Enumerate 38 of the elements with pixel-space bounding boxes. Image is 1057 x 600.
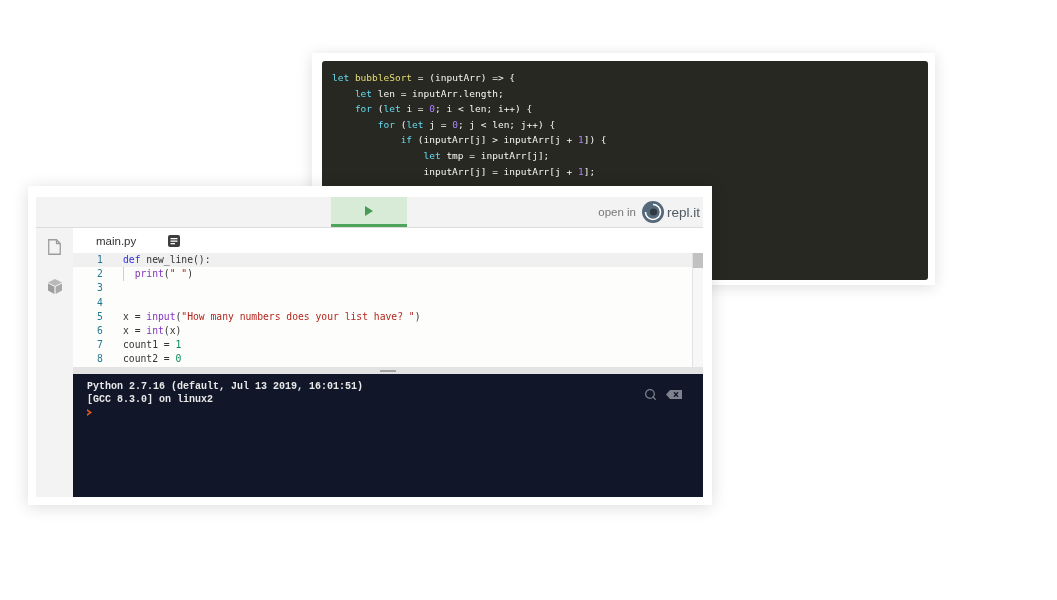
search-icon[interactable] bbox=[644, 387, 657, 401]
play-icon bbox=[365, 205, 373, 216]
scrollbar-thumb[interactable] bbox=[693, 253, 703, 268]
lines-icon[interactable] bbox=[168, 234, 181, 247]
code-line: if (inputArr[j] > inputArr[j + 1]) { bbox=[399, 133, 607, 148]
line-number: 2 bbox=[96, 267, 104, 282]
open-in-label: open in bbox=[598, 206, 636, 218]
code-line: def new_line(): bbox=[123, 253, 211, 268]
code-line: for (let j = 0; j < len; j++) { bbox=[376, 117, 556, 132]
line-number: 1 bbox=[96, 253, 104, 267]
code-line: print(" ") bbox=[134, 267, 193, 282]
code-line: for (let i = 0; i < len; i++) { bbox=[353, 102, 533, 117]
scrollbar[interactable] bbox=[692, 253, 703, 367]
code-line: let len = inputArr.length; bbox=[353, 86, 504, 101]
line-number: 7 bbox=[96, 338, 104, 353]
cube-icon[interactable] bbox=[47, 279, 62, 294]
prompt-chevron-icon bbox=[87, 409, 92, 416]
file-tab[interactable]: main.py bbox=[73, 234, 137, 247]
code-line: inputArr[j] = inputArr[j + 1]; bbox=[422, 164, 596, 179]
file-icon[interactable] bbox=[48, 239, 61, 255]
backspace-icon[interactable] bbox=[666, 389, 682, 399]
run-button[interactable] bbox=[331, 197, 407, 227]
console-line: Python 2.7.16 (default, Jul 13 2019, 16:01:51) bbox=[87, 381, 364, 394]
code-line: x = int(x) bbox=[123, 323, 182, 338]
line-number: 4 bbox=[96, 295, 104, 310]
code-line: count2 = 0 bbox=[123, 352, 182, 367]
line-number: 8 bbox=[96, 352, 104, 367]
line-number: 6 bbox=[96, 323, 104, 338]
code-line: x = input("How many numbers does your list have? ") bbox=[123, 309, 421, 324]
logo-icon bbox=[642, 201, 664, 223]
resize-handle[interactable] bbox=[73, 367, 703, 374]
console-line: [GCC 8.3.0] on linux2 bbox=[87, 393, 214, 406]
line-number: 5 bbox=[96, 309, 104, 324]
code-line: let tmp = inputArr[j]; bbox=[422, 148, 550, 163]
line-number: 3 bbox=[96, 281, 104, 296]
code-line: count1 = 1 bbox=[123, 338, 182, 353]
code-line: let bubbleSort = (inputArr) => { bbox=[332, 71, 516, 85]
logo-link[interactable]: repl.it bbox=[642, 201, 700, 223]
